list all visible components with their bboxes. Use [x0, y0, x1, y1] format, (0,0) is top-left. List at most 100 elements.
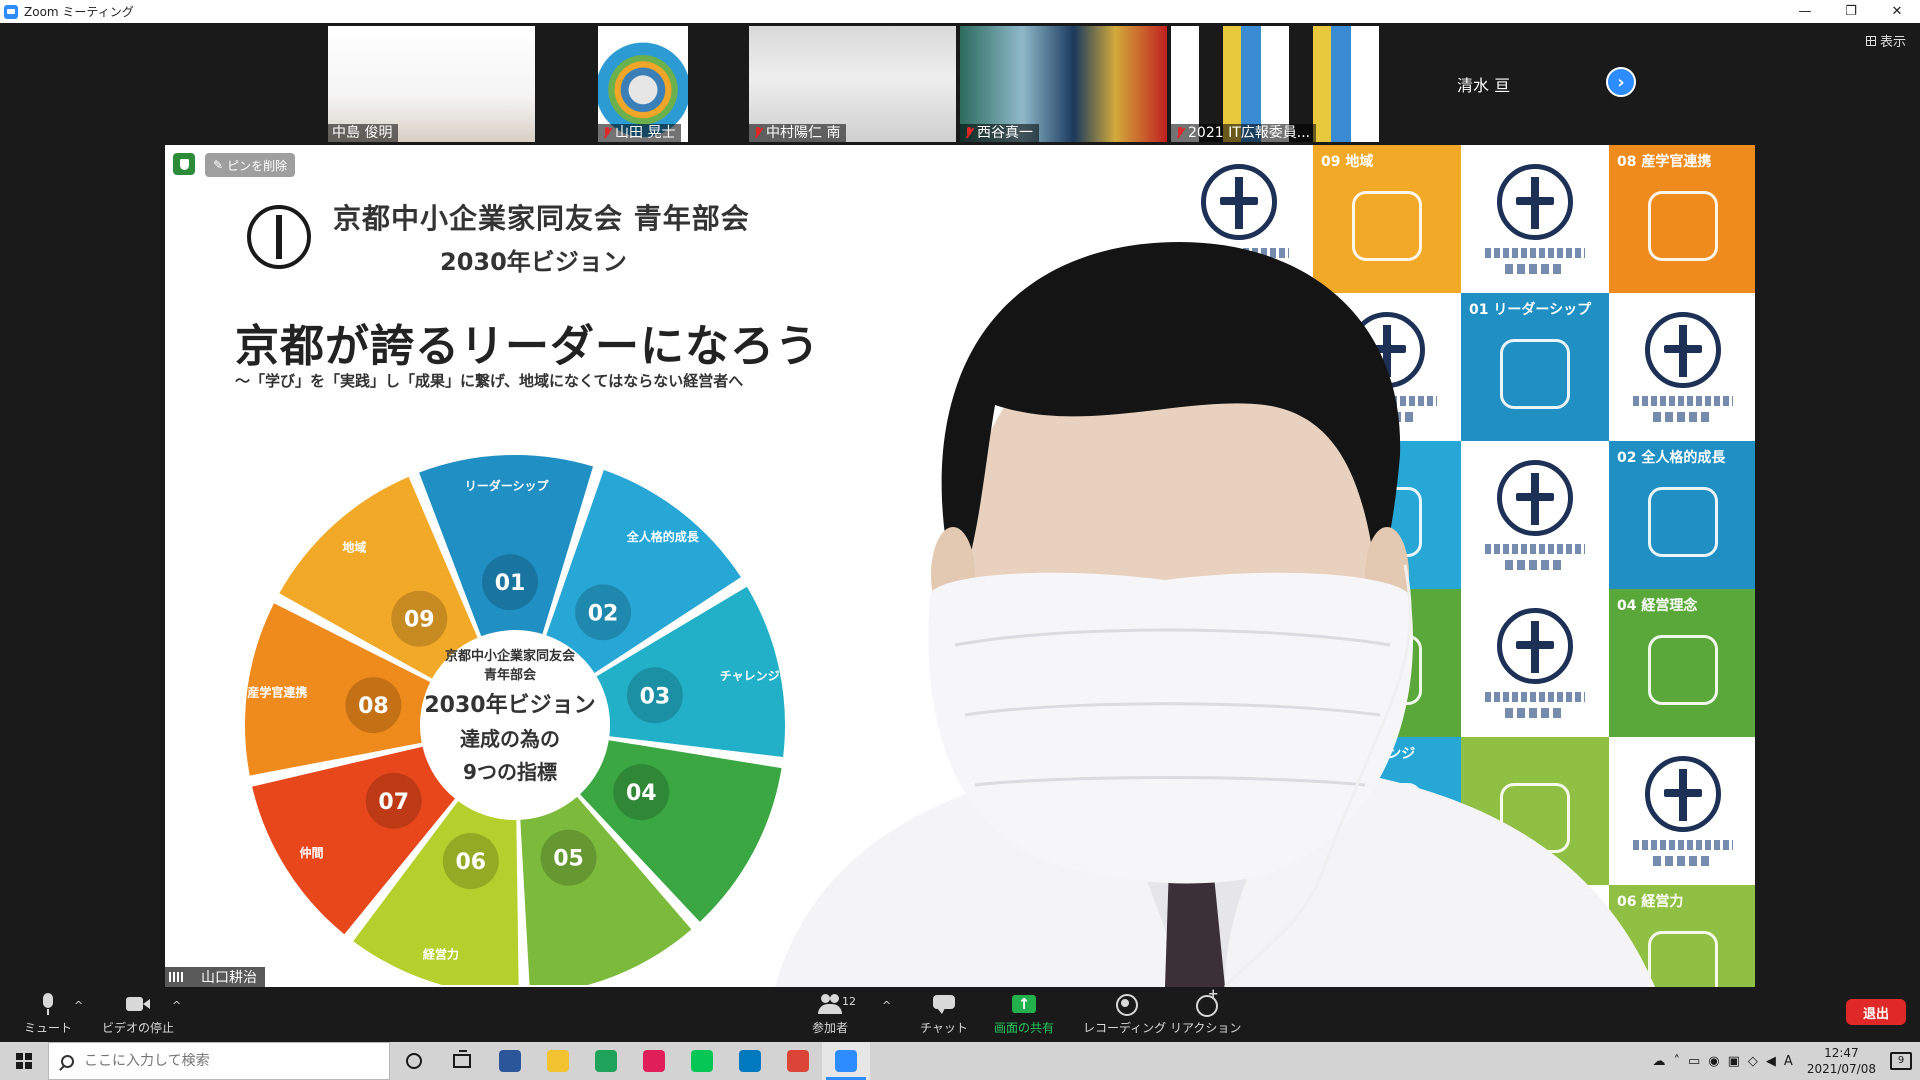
mic-muted-icon	[964, 127, 974, 139]
background-tile	[1165, 293, 1313, 441]
reactions-button[interactable]: リアクション	[1170, 987, 1241, 1036]
wheel-segment-label: 全人格的成長	[626, 529, 700, 544]
background-tile	[1461, 145, 1609, 293]
chevron-up-icon[interactable]: ˄	[1673, 1054, 1680, 1069]
association-emblem-icon	[1201, 756, 1277, 832]
background-tile	[1461, 441, 1609, 589]
mic-muted-icon	[753, 127, 763, 139]
close-button[interactable]: ✕	[1874, 0, 1920, 23]
weather-icon[interactable]: ☁	[1652, 1054, 1665, 1069]
speaker-name-bar: 山口耕治	[165, 967, 265, 987]
participant-tile[interactable]: 清水 亘	[1382, 26, 1592, 142]
association-emblem-icon	[247, 205, 311, 269]
taskbar-clock[interactable]: 12:47 2021/07/08	[1807, 1045, 1876, 1077]
participant-tile[interactable]: 西谷真一	[960, 26, 1167, 142]
background-tile: 05 共育	[1165, 885, 1313, 987]
wheel-segment-number: 02	[588, 601, 619, 626]
grid-view-icon	[1865, 35, 1876, 46]
zoom-icon	[835, 1050, 857, 1072]
participants-options-caret-icon[interactable]: ^	[882, 999, 891, 1012]
tile-caption	[1357, 412, 1417, 422]
participants-label: 参加者	[812, 1021, 849, 1035]
taskbar-app-folder[interactable]	[534, 1042, 582, 1080]
window-controls: — ❐ ✕	[1782, 0, 1920, 23]
record-button[interactable]: レコーディング	[1083, 993, 1166, 1036]
wheel-segment-number: 03	[640, 684, 671, 709]
tile-label: チャレンジ	[1321, 450, 1391, 466]
speaker-icon[interactable]: ◀	[1766, 1054, 1776, 1069]
background-tile: 09 地域	[1313, 145, 1461, 293]
taskbar-app-trello[interactable]	[726, 1042, 774, 1080]
window-title: Zoom ミーティング	[24, 5, 134, 19]
participant-tile[interactable]: 中島 俊明	[328, 26, 535, 142]
taskbar-app-line[interactable]	[678, 1042, 726, 1080]
background-tile	[1165, 737, 1313, 885]
video-label: ビデオの停止	[102, 1021, 175, 1035]
active-speaker-video[interactable]: 京都中小企業家同友会 青年部会 2030年ビジョン 京都が誇るリーダーになろう …	[165, 145, 1755, 987]
mute-label: ミュート	[24, 1021, 73, 1035]
participants-button[interactable]: 12 参加者	[812, 993, 856, 1036]
participant-tile[interactable]: 2021 IT広報委員...	[1171, 26, 1380, 142]
notification-center-button[interactable]: 9	[1890, 1052, 1912, 1070]
audio-options-caret-icon[interactable]: ^	[74, 999, 83, 1012]
participant-name: 山田 晃士	[615, 125, 676, 141]
association-emblem-icon	[1201, 608, 1277, 684]
taskbar-app-chrome[interactable]	[774, 1042, 822, 1080]
chat-button[interactable]: チャット	[920, 993, 968, 1036]
taskbar-search-input[interactable]	[84, 1053, 364, 1069]
stop-video-button[interactable]: ビデオの停止	[102, 993, 174, 1036]
smiley-plus-icon	[1194, 987, 1219, 1017]
next-page-button[interactable]: ›	[1606, 67, 1636, 97]
dropbox-icon[interactable]: ◇	[1748, 1054, 1758, 1069]
leave-meeting-button[interactable]: 退出	[1846, 999, 1906, 1025]
taskbar-search[interactable]	[48, 1042, 390, 1080]
taskbar-app-slack[interactable]	[630, 1042, 678, 1080]
battery-icon[interactable]: ▭	[1688, 1054, 1700, 1069]
share-screen-button[interactable]: 画面の共有	[994, 993, 1054, 1036]
tile-caption	[1209, 412, 1269, 422]
wheel-segment-label: チャレンジ	[720, 669, 780, 683]
unpin-button[interactable]: ✎ ピンを削除	[205, 153, 296, 177]
tile-caption	[1633, 840, 1733, 850]
chevron-right-icon: ›	[1617, 71, 1625, 93]
association-emblem-icon	[1497, 608, 1573, 684]
cortana-button[interactable]	[390, 1042, 438, 1080]
mute-button[interactable]: ミュート	[24, 993, 72, 1036]
microphone-icon	[36, 993, 60, 1015]
indicator-icon	[1648, 487, 1718, 558]
participant-tile[interactable]: 山田 晃士	[540, 26, 747, 142]
taskbar-app-word[interactable]	[486, 1042, 534, 1080]
taskbar-app-zoom[interactable]	[822, 1042, 870, 1080]
association-emblem-icon	[1349, 904, 1425, 980]
participant-tile[interactable]: 中村陽仁 南	[749, 26, 956, 142]
clock-date: 2021/07/08	[1806, 1062, 1876, 1076]
background-tile: チャレンジ	[1313, 441, 1461, 589]
wheel-segment-number: 07	[378, 790, 409, 815]
participant-name-bar: 西谷真一	[960, 124, 1039, 142]
background-tile	[1165, 589, 1313, 737]
network-icon[interactable]: ▣	[1728, 1054, 1740, 1069]
indicator-icon	[1352, 191, 1422, 262]
indicator-icon	[1500, 339, 1570, 410]
zoom-logo-icon	[4, 4, 18, 19]
start-button[interactable]	[0, 1042, 48, 1080]
indicator-icon	[1352, 487, 1422, 558]
tile-caption	[1209, 264, 1269, 274]
restore-button[interactable]: ❐	[1828, 0, 1874, 23]
participant-name: 清水 亘	[1457, 76, 1511, 95]
video-options-caret-icon[interactable]: ^	[172, 999, 181, 1012]
minimize-button[interactable]: —	[1782, 0, 1828, 23]
view-button[interactable]: 表示	[1865, 31, 1906, 50]
indicator-icon	[1500, 783, 1570, 854]
ime-indicator[interactable]: A	[1784, 1054, 1793, 1069]
antivirus-icon[interactable]: ◉	[1708, 1054, 1719, 1069]
wheel-segment-label: 地域	[342, 540, 366, 555]
wheel-segment-label: 経営力	[423, 946, 459, 961]
task-view-button[interactable]	[438, 1042, 486, 1080]
taskbar-app-edge[interactable]	[582, 1042, 630, 1080]
meeting-toolbar: ミュート ^ ビデオの停止 ^ 12 参加者 ^ チャット 画面の共有 レコーデ…	[0, 987, 1920, 1042]
background-tile	[1313, 589, 1461, 737]
virtual-background-slide: 京都中小企業家同友会 青年部会 2030年ビジョン 京都が誇るリーダーになろう …	[165, 145, 1165, 987]
tile-caption	[1337, 396, 1437, 406]
background-tile: 03 チャレンジ	[1313, 737, 1461, 885]
